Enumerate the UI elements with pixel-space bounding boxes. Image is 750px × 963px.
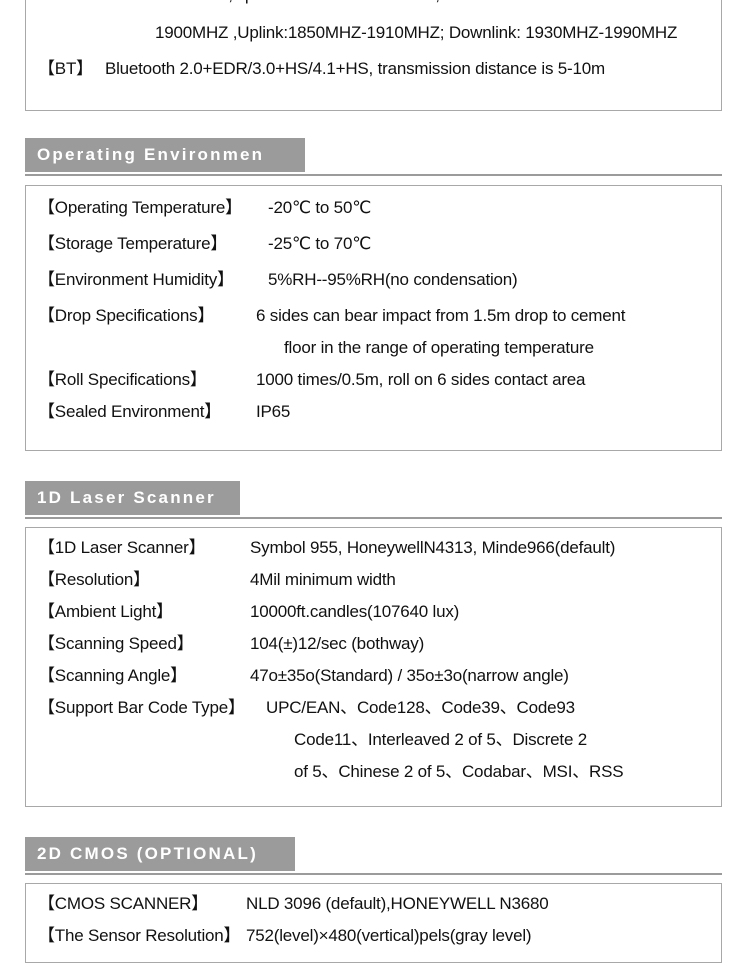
spec-label: 【The Sensor Resolution】	[38, 926, 241, 945]
spec-value: 6 sides can bear impact from 1.5m drop t…	[256, 306, 626, 325]
spec-row: 【Scanning Speed】 104(±)12/sec (bothway)	[26, 628, 721, 660]
spec-box-1d-laser-scanner: 【1D Laser Scanner】 Symbol 955, Honeywell…	[25, 527, 722, 807]
spec-value: Bluetooth 2.0+EDR/3.0+HS/4.1+HS, transmi…	[104, 59, 605, 78]
spec-label: 【Scanning Speed】	[38, 634, 194, 653]
spec-value: -20℃ to 50℃	[268, 198, 372, 217]
spec-row: 1800MHZ,Uplink:1710MHZ-1785MHZ; Downlink…	[26, 0, 721, 17]
spec-row: 【Resolution】 4Mil minimum width	[26, 564, 721, 596]
spec-sheet-page: 1800MHZ,Uplink:1710MHZ-1785MHZ; Downlink…	[0, 0, 750, 963]
spec-value: 104(±)12/sec (bothway)	[250, 634, 425, 653]
spec-label: 【Ambient Light】	[38, 602, 173, 621]
spec-label: 【BT】	[38, 59, 93, 78]
spec-row: 【BT】 Bluetooth 2.0+EDR/3.0+HS/4.1+HS, tr…	[26, 53, 721, 89]
spec-row: 【Storage Temperature】 -25℃ to 70℃	[26, 228, 721, 264]
spec-value: 1900MHZ ,Uplink:1850MHZ-1910MHZ; Downlin…	[155, 23, 678, 42]
section-header-operating-environment: Operating Environmen	[25, 138, 722, 176]
spec-row: 【The Sensor Resolution】 752(level)×480(v…	[26, 920, 721, 952]
spec-value: 10000ft.candles(107640 lux)	[250, 602, 460, 621]
spec-row: 【1D Laser Scanner】 Symbol 955, Honeywell…	[26, 532, 721, 564]
spec-label: 【Scanning Angle】	[38, 666, 187, 685]
spec-row: 1900MHZ ,Uplink:1850MHZ-1910MHZ; Downlin…	[26, 17, 721, 53]
spec-value: Symbol 955, HoneywellN4313, Minde966(def…	[250, 538, 616, 557]
spec-row: 【Environment Humidity】 5%RH--95%RH(no co…	[26, 264, 721, 300]
spec-row: floor in the range of operating temperat…	[26, 332, 721, 364]
spec-value: 4Mil minimum width	[250, 570, 396, 589]
spec-box-operating-environment: 【Operating Temperature】 -20℃ to 50℃ 【Sto…	[25, 185, 722, 451]
spec-value: of 5、Chinese 2 of 5、Codabar、MSI、RSS	[294, 762, 624, 781]
spec-label: 【Resolution】	[38, 570, 150, 589]
spec-label: 【Drop Specifications】	[38, 306, 215, 325]
spec-box-2d-cmos-optional: 【CMOS SCANNER】 NLD 3096 (default),HONEYW…	[25, 883, 722, 963]
spec-row: 【Sealed Environment】 IP65	[26, 396, 721, 428]
spec-value: 5%RH--95%RH(no condensation)	[268, 270, 518, 289]
spec-label: 【Operating Temperature】	[38, 198, 242, 217]
spec-label: 【Roll Specifications】	[38, 370, 207, 389]
spec-value: Code11、Interleaved 2 of 5、Discrete 2	[294, 730, 587, 749]
spec-row: 【CMOS SCANNER】 NLD 3096 (default),HONEYW…	[26, 888, 721, 920]
spec-value: UPC/EAN、Code128、Code39、Code93	[266, 698, 575, 717]
section-heading-label: Operating Environmen	[25, 138, 305, 172]
spec-label: 【1D Laser Scanner】	[38, 538, 206, 557]
spec-value: 1000 times/0.5m, roll on 6 sides contact…	[256, 370, 586, 389]
spec-row: 【Scanning Angle】 47o±35o(Standard) / 35o…	[26, 660, 721, 692]
spec-row: 【Roll Specifications】 1000 times/0.5m, r…	[26, 364, 721, 396]
spec-value: 1800MHZ,Uplink:1710MHZ-1785MHZ; Downlink…	[155, 0, 673, 11]
section-heading-label: 1D Laser Scanner	[25, 481, 240, 515]
spec-row: of 5、Chinese 2 of 5、Codabar、MSI、RSS	[26, 756, 721, 788]
spec-label: 【Support Bar Code Type】	[38, 698, 245, 717]
spec-label: 【Sealed Environment】	[38, 402, 222, 421]
spec-value: IP65	[256, 402, 291, 421]
spec-value: -25℃ to 70℃	[268, 234, 372, 253]
spec-box-network-bands: 1800MHZ,Uplink:1710MHZ-1785MHZ; Downlink…	[25, 0, 722, 111]
section-heading-label: 2D CMOS (OPTIONAL)	[25, 837, 295, 871]
spec-value: 47o±35o(Standard) / 35o±3o(narrow angle)	[250, 666, 569, 685]
section-header-2d-cmos-optional: 2D CMOS (OPTIONAL)	[25, 837, 722, 875]
spec-value: floor in the range of operating temperat…	[284, 338, 594, 357]
spec-value: 752(level)×480(vertical)pels(gray level)	[246, 926, 532, 945]
spec-row: 【Operating Temperature】 -20℃ to 50℃	[26, 192, 721, 228]
spec-row: 【Drop Specifications】 6 sides can bear i…	[26, 300, 721, 332]
spec-label: 【CMOS SCANNER】	[38, 894, 209, 913]
spec-row: Code11、Interleaved 2 of 5、Discrete 2	[26, 724, 721, 756]
spec-label: 【Environment Humidity】	[38, 270, 234, 289]
spec-value: NLD 3096 (default),HONEYWELL N3680	[246, 894, 549, 913]
section-header-1d-laser-scanner: 1D Laser Scanner	[25, 481, 722, 519]
spec-row: 【Support Bar Code Type】 UPC/EAN、Code128、…	[26, 692, 721, 724]
spec-row: 【Ambient Light】 10000ft.candles(107640 l…	[26, 596, 721, 628]
spec-label: 【Storage Temperature】	[38, 234, 228, 253]
